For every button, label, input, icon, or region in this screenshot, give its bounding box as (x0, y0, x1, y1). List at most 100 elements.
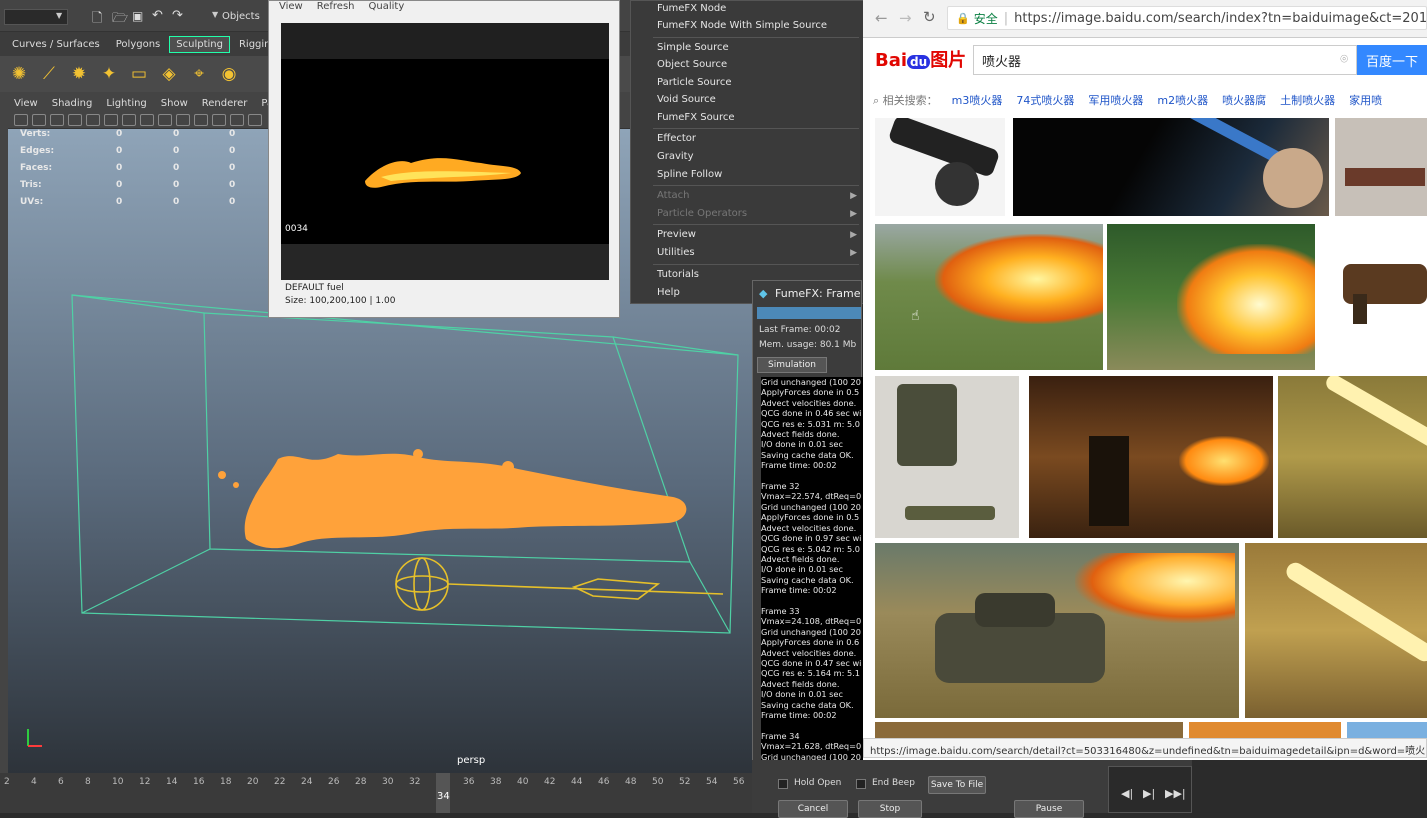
open-scene-icon[interactable]: 🗁 (112, 9, 128, 31)
menu-shading[interactable]: Shading (52, 98, 93, 109)
baidu-logo[interactable]: Bai du 图片 (875, 46, 966, 72)
redo-icon[interactable]: ↷ (172, 8, 183, 23)
play-icon[interactable]: ▶| (1143, 787, 1155, 800)
sun-light-icon[interactable]: ✺ (8, 63, 30, 85)
timeline-tick: 36 (463, 777, 475, 787)
textured-icon[interactable] (176, 113, 190, 126)
menu-show[interactable]: Show (161, 98, 188, 109)
camera-icon[interactable]: ⌾ (1340, 52, 1348, 67)
menu-item[interactable]: Effector (657, 133, 696, 144)
xray-icon[interactable] (248, 113, 262, 126)
go-to-end-icon[interactable]: ▶▶| (1165, 787, 1186, 800)
menu-item[interactable]: Gravity (657, 151, 694, 162)
tab-sculpting[interactable]: Sculpting (169, 35, 230, 53)
preview-menu-quality[interactable]: Quality (369, 1, 405, 15)
menu-item[interactable]: FumeFX Node With Simple Source (657, 20, 827, 31)
result-image[interactable] (1245, 543, 1427, 718)
menu-item[interactable]: Help (657, 287, 680, 298)
result-image[interactable] (1013, 118, 1329, 216)
pause-button[interactable]: Pause (1014, 800, 1084, 818)
back-icon[interactable]: ← (875, 9, 888, 27)
area-light-icon[interactable]: ▭ (128, 63, 150, 85)
grid-icon[interactable] (86, 113, 100, 126)
result-image[interactable] (875, 376, 1019, 538)
bookmark-icon[interactable] (50, 113, 64, 126)
menu-renderer[interactable]: Renderer (202, 98, 248, 109)
result-image[interactable] (1107, 224, 1315, 370)
point-light-icon[interactable]: ✹ (68, 63, 90, 85)
reload-icon[interactable]: ↻ (923, 8, 936, 26)
new-scene-icon[interactable]: 🗋 (92, 9, 102, 31)
tab-curves-surfaces[interactable]: Curves / Surfaces (6, 37, 106, 52)
menu-item[interactable]: Particle Source (657, 77, 731, 88)
menu-item[interactable]: Utilities (657, 247, 695, 258)
related-link[interactable]: m2喷火器 (1157, 92, 1208, 108)
progress-bar (757, 307, 861, 319)
related-link[interactable]: 74式喷火器 (1016, 92, 1074, 108)
menu-item[interactable]: Object Source (657, 59, 727, 70)
fumefx-preview-window: View Refresh Quality 0034 DEFAULT fuel S… (268, 0, 620, 318)
volume-light-icon[interactable]: ◈ (158, 63, 180, 85)
undo-icon[interactable]: ↶ (152, 8, 163, 23)
tab-simulation[interactable]: Simulation (757, 357, 827, 373)
result-image[interactable] (875, 543, 1239, 718)
save-scene-icon[interactable]: ▣ (132, 9, 143, 23)
smooth-shade-icon[interactable] (158, 113, 172, 126)
camera-icon[interactable]: ⌖ (188, 63, 210, 85)
forward-icon[interactable]: → (899, 9, 912, 27)
submenu-arrow-icon: ▶ (850, 230, 857, 240)
result-image[interactable] (875, 118, 1005, 216)
spot-light-icon[interactable]: ✦ (98, 63, 120, 85)
url-field[interactable]: 🔒 安全 | https://image.baidu.com/search/in… (947, 6, 1427, 30)
cancel-button[interactable]: Cancel (778, 800, 848, 818)
menu-view[interactable]: View (14, 98, 38, 109)
wireframe-icon[interactable] (140, 113, 154, 126)
end-beep-checkbox[interactable] (856, 779, 866, 789)
menu-item[interactable]: Spline Follow (657, 169, 722, 180)
menu-item[interactable]: FumeFX Node (657, 3, 726, 14)
result-image[interactable] (1278, 376, 1427, 538)
menu-lighting[interactable]: Lighting (106, 98, 146, 109)
film-gate-icon[interactable] (104, 113, 118, 126)
camera-select-icon[interactable] (14, 113, 28, 126)
related-link[interactable]: m3喷火器 (952, 92, 1003, 108)
image-plane-icon[interactable] (68, 113, 82, 126)
preview-menu-view[interactable]: View (279, 1, 303, 15)
save-to-file-button[interactable]: Save To File (928, 776, 986, 794)
menu-separator (653, 264, 859, 265)
preview-menu-refresh[interactable]: Refresh (317, 1, 355, 15)
related-link[interactable]: 家用喷 (1349, 92, 1382, 108)
result-image[interactable]: ☝ (875, 224, 1103, 370)
stop-button[interactable]: Stop (858, 800, 922, 818)
isolate-icon[interactable] (230, 113, 244, 126)
render-icon[interactable]: ◉ (218, 63, 240, 85)
objects-label[interactable]: Objects (222, 11, 260, 22)
search-input[interactable]: 喷火器 ⌾ (973, 45, 1357, 75)
menu-item[interactable]: Void Source (657, 94, 716, 105)
result-image[interactable] (1323, 224, 1427, 370)
menu-item[interactable]: FumeFX Source (657, 112, 735, 123)
timeline-tick: 30 (382, 777, 394, 787)
tab-polygons[interactable]: Polygons (110, 37, 167, 52)
preview-menu: View Refresh Quality (269, 1, 619, 15)
lights-icon[interactable] (194, 113, 208, 126)
related-link[interactable]: 喷火器腐 (1222, 92, 1266, 108)
search-icon: ⌕ (873, 94, 883, 107)
timeline[interactable]: 2468101214161820222426283032343638404244… (0, 773, 760, 813)
hold-open-checkbox[interactable] (778, 779, 788, 789)
menu-item[interactable]: Simple Source (657, 42, 729, 53)
search-button[interactable]: 百度一下 (1357, 45, 1427, 75)
result-image[interactable] (1335, 118, 1427, 216)
menu-item[interactable]: Tutorials (657, 269, 699, 280)
step-back-icon[interactable]: ◀| (1121, 787, 1133, 800)
shadows-icon[interactable] (212, 113, 226, 126)
resolution-gate-icon[interactable] (122, 113, 136, 126)
hold-open-label: Hold Open (794, 778, 842, 788)
result-image[interactable] (1029, 376, 1273, 538)
emitter-gizmo (395, 557, 724, 611)
related-link[interactable]: 军用喷火器 (1088, 92, 1143, 108)
directional-light-icon[interactable]: ⟋ (38, 63, 60, 85)
related-link[interactable]: 土制喷火器 (1280, 92, 1335, 108)
camera-attr-icon[interactable] (32, 113, 46, 126)
menu-item[interactable]: Preview (657, 229, 696, 240)
